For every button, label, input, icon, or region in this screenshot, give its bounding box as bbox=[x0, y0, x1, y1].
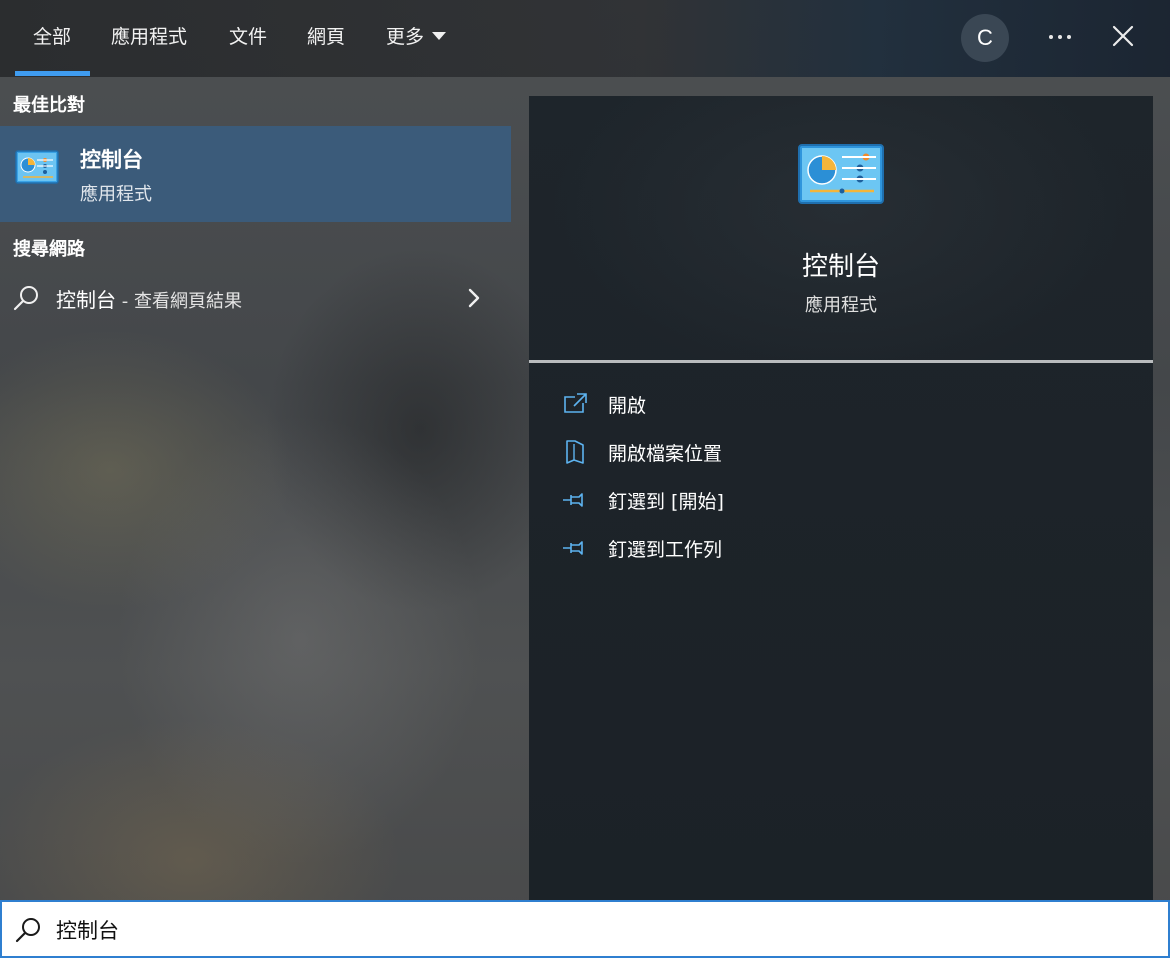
search-input[interactable] bbox=[56, 912, 1056, 948]
best-match-item[interactable]: 控制台 應用程式 bbox=[0, 126, 511, 222]
tab-more[interactable]: 更多 bbox=[386, 22, 447, 52]
pin-icon bbox=[563, 493, 583, 507]
more-options-button[interactable] bbox=[1040, 22, 1080, 52]
folder-location-icon bbox=[566, 440, 584, 464]
chevron-down-icon bbox=[432, 31, 447, 40]
tab-web[interactable]: 網頁 bbox=[307, 22, 345, 52]
control-panel-icon bbox=[15, 150, 59, 184]
pin-to-start-action[interactable]: 釘選到 [開始] bbox=[561, 482, 861, 518]
detail-panel: 控制台 應用程式 開啟 開啟檔案位置 釘選到 [開始] 釘選到工作列 bbox=[529, 96, 1153, 900]
web-search-heading: 搜尋網路 bbox=[13, 239, 85, 260]
search-window: 全部 應用程式 文件 網頁 更多 C 最佳比對 控制台 應用程式 搜尋網路 控制… bbox=[0, 0, 1170, 958]
web-search-suffix: - 查看網頁結果 bbox=[116, 291, 242, 312]
open-file-location-action[interactable]: 開啟檔案位置 bbox=[561, 434, 861, 470]
top-bar: 全部 應用程式 文件 網頁 更多 C bbox=[0, 0, 1170, 77]
web-search-text: 控制台 - 查看網頁結果 bbox=[56, 284, 242, 313]
best-match-title: 控制台 bbox=[80, 148, 143, 172]
open-external-icon bbox=[564, 393, 587, 413]
pin-icon bbox=[563, 541, 583, 555]
chevron-right-icon[interactable] bbox=[464, 286, 484, 310]
control-panel-icon bbox=[798, 144, 884, 204]
pin-to-taskbar-action[interactable]: 釘選到工作列 bbox=[561, 530, 861, 566]
tab-more-label: 更多 bbox=[386, 26, 425, 48]
pin-to-start-label: 釘選到 [開始] bbox=[608, 490, 724, 513]
detail-title: 控制台 bbox=[801, 252, 880, 282]
detail-divider bbox=[529, 360, 1153, 363]
avatar[interactable]: C bbox=[961, 14, 1009, 62]
tab-apps[interactable]: 應用程式 bbox=[111, 22, 187, 52]
close-icon[interactable] bbox=[1109, 22, 1137, 50]
search-icon bbox=[13, 286, 38, 311]
web-search-query: 控制台 bbox=[56, 288, 116, 312]
open-action[interactable]: 開啟 bbox=[561, 386, 861, 422]
active-tab-indicator bbox=[15, 71, 90, 76]
best-match-subtitle: 應用程式 bbox=[80, 184, 152, 205]
open-file-location-label: 開啟檔案位置 bbox=[608, 442, 723, 465]
open-action-label: 開啟 bbox=[608, 394, 647, 417]
best-match-heading: 最佳比對 bbox=[13, 95, 85, 116]
search-icon bbox=[15, 918, 40, 943]
tab-all[interactable]: 全部 bbox=[33, 22, 71, 52]
ellipsis-icon bbox=[1049, 35, 1053, 39]
web-search-result[interactable]: 控制台 - 查看網頁結果 bbox=[0, 272, 511, 322]
pin-to-taskbar-label: 釘選到工作列 bbox=[608, 538, 723, 561]
ellipsis-dot bbox=[1067, 35, 1071, 39]
search-box[interactable] bbox=[0, 900, 1170, 958]
ellipsis-dot bbox=[1058, 35, 1062, 39]
detail-header: 控制台 應用程式 bbox=[529, 96, 1153, 360]
tab-documents[interactable]: 文件 bbox=[229, 22, 267, 52]
detail-subtitle: 應用程式 bbox=[805, 295, 877, 316]
